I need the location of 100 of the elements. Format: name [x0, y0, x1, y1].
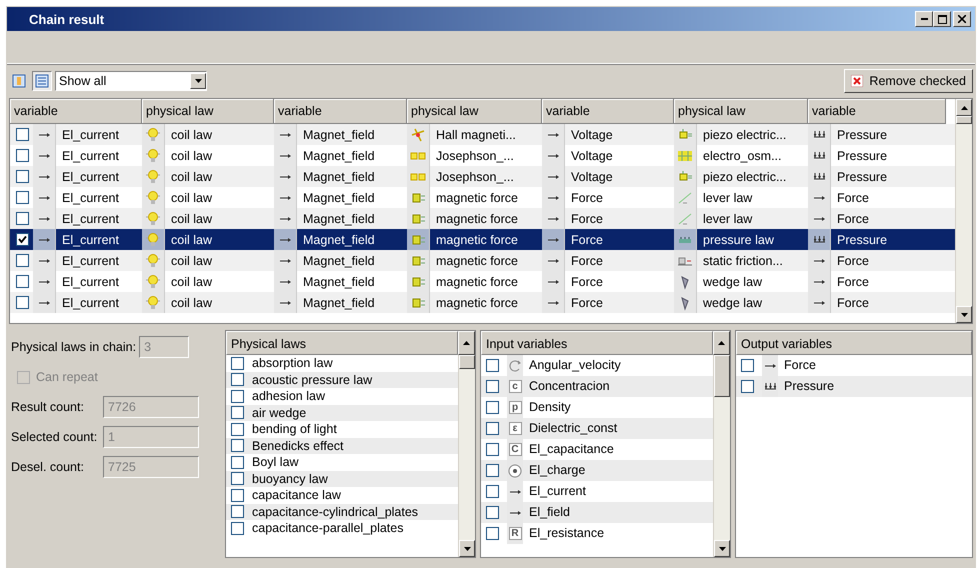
checkbox[interactable] [16, 149, 29, 162]
item-label: El_current [529, 485, 586, 498]
symbol-icon: c [508, 380, 522, 393]
scroll-thumb[interactable] [459, 355, 475, 369]
checkbox[interactable] [486, 359, 499, 372]
down-arrows-icon [764, 383, 776, 390]
checkbox-label: Can repeat [36, 370, 98, 384]
list-item[interactable]: El_charge [481, 460, 713, 481]
column-header[interactable]: variable [808, 99, 946, 124]
list-item[interactable]: capacitance-cylindrical_plates [226, 504, 458, 520]
table-row[interactable]: El_current coil law Magnet_field magnetic force Force lever law Force [10, 187, 955, 208]
list-item[interactable]: El_field [481, 502, 713, 523]
checkbox[interactable] [16, 275, 29, 288]
checkbox[interactable] [231, 390, 244, 403]
checkbox[interactable] [231, 505, 244, 518]
scrollbar[interactable] [713, 355, 730, 557]
minimize-button[interactable] [915, 11, 933, 27]
scroll-thumb[interactable] [714, 355, 730, 397]
scroll-up-button[interactable] [956, 99, 972, 116]
scroll-down-button[interactable] [714, 540, 730, 557]
filter-dropdown[interactable]: Show all [55, 71, 207, 91]
arrow-icon [510, 490, 520, 494]
column-header[interactable]: variable [274, 99, 407, 124]
list-item[interactable]: Angular_velocity [481, 355, 713, 376]
checkbox[interactable] [231, 488, 244, 502]
checkbox[interactable] [486, 443, 499, 456]
checkbox[interactable] [486, 527, 499, 540]
checkbox[interactable] [231, 456, 244, 469]
list-item[interactable]: El_current [481, 481, 713, 502]
list-item[interactable]: ε Dielectric_const [481, 418, 713, 439]
list-item[interactable]: c Concentracion [481, 376, 713, 397]
checkbox[interactable] [16, 254, 29, 267]
list-item[interactable]: air wedge [226, 404, 458, 421]
column-header[interactable]: variable [542, 99, 674, 124]
scrollbar[interactable] [955, 99, 972, 323]
checkbox[interactable] [486, 422, 499, 435]
checkbox[interactable] [486, 506, 499, 519]
checkbox[interactable] [741, 380, 754, 393]
checkbox[interactable] [231, 422, 244, 436]
lightbulb-icon [145, 168, 161, 184]
list-item[interactable]: Benedicks effect [226, 438, 458, 454]
column-header[interactable]: physical law [142, 99, 274, 124]
close-button[interactable] [953, 11, 971, 27]
list-item[interactable]: p Density [481, 397, 713, 418]
checkbox[interactable] [231, 522, 244, 535]
checkbox[interactable] [16, 296, 29, 309]
caret-down-icon [194, 79, 202, 83]
checkbox[interactable] [231, 356, 244, 370]
table-row[interactable]: El_current coil law Magnet_field magnetic force Force lever law Force [10, 208, 955, 229]
scroll-up-button[interactable] [713, 331, 730, 355]
checkbox[interactable] [486, 485, 499, 498]
column-header[interactable]: physical law [407, 99, 542, 124]
checkbox[interactable] [741, 359, 754, 372]
table-row[interactable]: El_current coil law Magnet_field Josephson_... Voltage piezo electric... Pressure [10, 166, 955, 187]
scroll-down-button[interactable] [956, 306, 972, 323]
list-item[interactable]: Force [736, 355, 972, 376]
checkbox[interactable] [486, 401, 499, 414]
table-cell: Force [571, 190, 603, 204]
list-item[interactable]: adhesion law [226, 388, 458, 404]
arrow-icon [548, 174, 558, 178]
checkbox[interactable] [231, 373, 244, 386]
table-row[interactable]: El_current coil law Magnet_field magnetic force Force static friction... Force [10, 250, 955, 271]
checkbox[interactable] [231, 472, 244, 486]
column-header[interactable]: physical law [674, 99, 808, 124]
list-item[interactable]: buoyancy law [226, 470, 458, 487]
scroll-up-button[interactable] [458, 331, 475, 355]
column-header[interactable]: variable [10, 99, 142, 124]
checkbox[interactable] [16, 233, 29, 246]
table-row[interactable]: El_current coil law Magnet_field magnetic force Force wedge law Force [10, 271, 955, 292]
checkbox[interactable] [16, 191, 29, 204]
list-item[interactable]: capacitance-parallel_plates [226, 520, 458, 536]
table-row[interactable]: El_current coil law Magnet_field magnetic force Force pressure law Pressure [10, 229, 955, 250]
table-row[interactable]: El_current coil law Magnet_field magnetic force Force wedge law Force [10, 292, 955, 313]
list-item[interactable]: Pressure [736, 376, 972, 397]
checkbox[interactable] [486, 464, 499, 477]
scroll-down-button[interactable] [459, 540, 475, 557]
list-item[interactable]: capacitance law [226, 487, 458, 504]
scroll-thumb[interactable] [956, 116, 972, 124]
list-item[interactable]: bending of light [226, 421, 458, 438]
arrow-icon [548, 154, 558, 158]
arrow-icon [38, 258, 50, 262]
checkbox[interactable] [486, 380, 499, 393]
checkbox[interactable] [231, 406, 244, 420]
list-view-button[interactable] [32, 71, 52, 91]
remove-checked-button[interactable]: Remove checked [844, 69, 973, 93]
list-item[interactable]: Boyl law [226, 454, 458, 470]
arrow-icon [38, 132, 50, 136]
list-item[interactable]: absorption law [226, 355, 458, 372]
list-item[interactable]: C El_capacitance [481, 439, 713, 460]
checkbox[interactable] [16, 170, 29, 183]
checkbox[interactable] [16, 128, 29, 141]
scrollbar[interactable] [458, 355, 475, 557]
checkbox[interactable] [16, 212, 29, 225]
table-row[interactable]: El_current coil law Magnet_field Hall magneti... Voltage piezo electric... Pressure [10, 124, 955, 145]
list-item[interactable]: acoustic pressure law [226, 372, 458, 388]
checkbox[interactable] [231, 439, 244, 452]
arrow-icon [548, 258, 558, 262]
table-cell: coil law [171, 296, 212, 310]
list-item[interactable]: R El_resistance [481, 523, 713, 544]
maximize-button[interactable] [933, 11, 951, 27]
